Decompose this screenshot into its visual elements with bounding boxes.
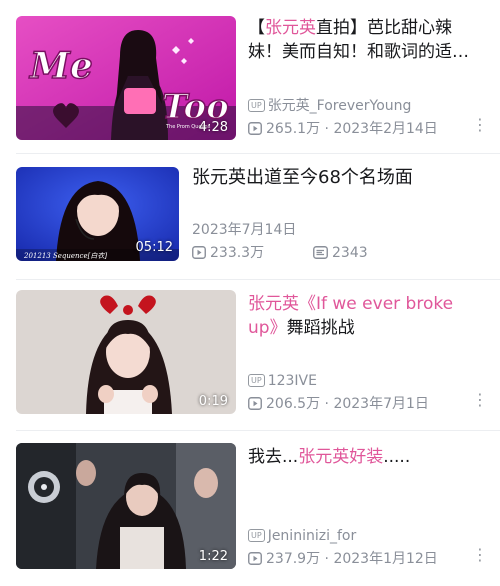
- up-badge: UP: [248, 99, 265, 112]
- video-title[interactable]: 我去...张元英好装.....: [248, 445, 484, 469]
- separator: ·: [324, 396, 329, 412]
- more-options-icon[interactable]: ⋮: [472, 392, 488, 408]
- video-feed: Me Too The Prom Queens 4:28 【张元英直拍】芭比甜心辣…: [0, 0, 500, 586]
- play-count-icon: [248, 552, 262, 565]
- view-count: 206.5万: [266, 396, 321, 412]
- up-badge: UP: [248, 529, 265, 542]
- uploader-name: 张元英_ForeverYoung: [267, 98, 412, 114]
- video-title[interactable]: 张元英《If we ever broke up》舞蹈挑战: [248, 292, 484, 340]
- video-title[interactable]: 张元英出道至今68个名场面: [192, 166, 484, 190]
- uploader-row[interactable]: UP Jenininizi_for: [248, 526, 356, 546]
- duration-label: 1:22: [198, 549, 228, 564]
- video-card[interactable]: 201213 Sequence[白衣] 05:12 张元英出道至今68个名场面 …: [0, 154, 500, 274]
- view-count: 233.3万: [210, 245, 265, 261]
- stats-row: 233.3万 2343: [192, 243, 368, 263]
- publish-date: 2023年7月14日: [192, 222, 297, 238]
- more-options-icon[interactable]: ⋮: [472, 117, 488, 133]
- video-thumbnail[interactable]: 0:19: [16, 290, 236, 414]
- duration-label: 4:28: [198, 120, 228, 135]
- danmaku-icon: [313, 246, 328, 259]
- stats-row: 265.1万 · 2023年2月14日: [248, 119, 438, 139]
- publish-date: 2023年2月14日: [333, 121, 438, 137]
- video-card[interactable]: Me Too The Prom Queens 4:28 【张元英直拍】芭比甜心辣…: [0, 0, 500, 150]
- stats-row: 206.5万 · 2023年7月1日: [248, 394, 429, 414]
- play-count-icon: [248, 397, 262, 410]
- video-thumbnail[interactable]: Me Too The Prom Queens 4:28: [16, 16, 236, 140]
- separator: ·: [324, 551, 329, 567]
- thumb-caption: 201213 Sequence[白衣]: [23, 252, 107, 260]
- title-highlight: 张元英: [265, 18, 316, 38]
- publish-date: 2023年1月12日: [333, 551, 438, 567]
- separator: ·: [324, 121, 329, 137]
- view-count: 265.1万: [266, 121, 321, 137]
- danmaku-count: 2343: [332, 245, 368, 261]
- video-title[interactable]: 【张元英直拍】芭比甜心辣妹！美而自知！和歌词的适…: [248, 16, 484, 64]
- uploader-row[interactable]: UP 123IVE: [248, 371, 317, 391]
- play-count-icon: [248, 122, 262, 135]
- view-count: 237.9万: [266, 551, 321, 567]
- duration-label: 0:19: [198, 394, 228, 409]
- uploader-name: Jenininizi_for: [267, 528, 357, 544]
- thumb-overlay-me: Me: [28, 45, 93, 87]
- duration-label: 05:12: [135, 240, 173, 255]
- title-highlight: 张元英好装: [298, 447, 384, 467]
- video-card[interactable]: 1:22 我去...张元英好装..... UP Jenininizi_for 23…: [0, 431, 500, 586]
- uploader-row[interactable]: UP 张元英_ForeverYoung: [248, 96, 411, 116]
- video-thumbnail[interactable]: 1:22: [16, 443, 236, 569]
- more-options-icon[interactable]: ⋮: [472, 547, 488, 563]
- uploader-name: 123IVE: [267, 373, 317, 389]
- up-badge: UP: [248, 374, 265, 387]
- video-card[interactable]: 0:19 张元英《If we ever broke up》舞蹈挑战 UP 123I…: [0, 280, 500, 430]
- video-thumbnail[interactable]: 201213 Sequence[白衣] 05:12: [16, 167, 179, 261]
- publish-date: 2023年7月1日: [333, 396, 429, 412]
- play-count-icon: [192, 246, 206, 259]
- stats-row: 237.9万 · 2023年1月12日: [248, 549, 438, 569]
